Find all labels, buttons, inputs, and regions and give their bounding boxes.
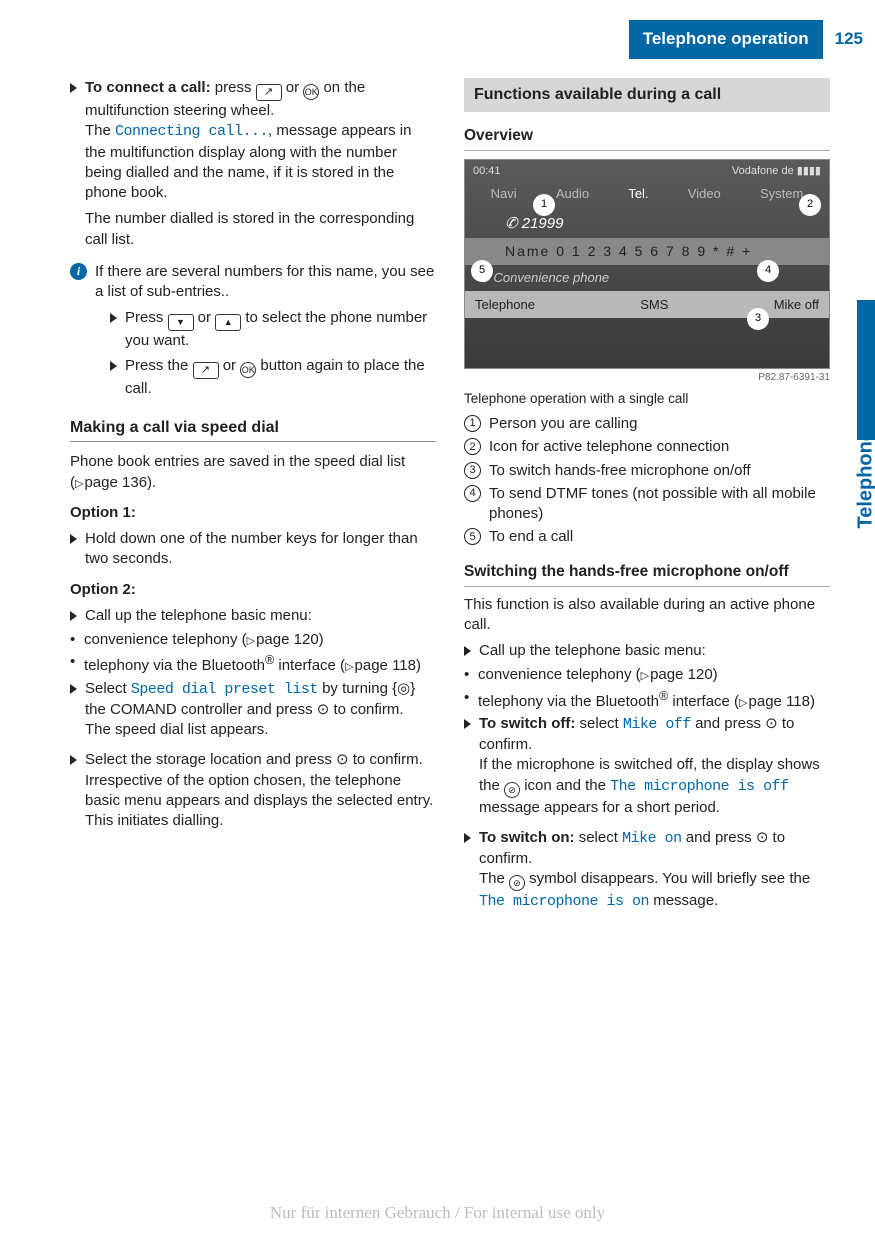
step-select-storage: Select the storage location and press ⊙ … [70, 750, 436, 837]
section-thumb-label: Telephone [853, 430, 875, 529]
page-ref-icon [247, 631, 256, 648]
step-marker-icon [70, 534, 77, 544]
bullet-convenience: convenience telephony (page 120) [70, 630, 436, 650]
heading-overview: Overview [464, 126, 830, 151]
figure-caption: Telephone operation with a single call [464, 390, 830, 408]
info-note: i If there are several numbers for this … [70, 262, 436, 303]
bullet-icon [464, 665, 478, 685]
step-marker-icon [70, 755, 77, 765]
controller-turn-icon: {◎} [392, 680, 415, 697]
mic-off-icon: ⊘ [504, 782, 520, 798]
up-key-icon [215, 314, 241, 331]
phone-accept-key-icon: ↗ [256, 84, 282, 101]
legend-item-2: 2Icon for active telephone connection [464, 437, 830, 457]
internal-use-watermark: Nur für internen Gebrauch / For internal… [0, 1202, 875, 1225]
step-connect-call: To connect a call: press ↗ or OK on the … [70, 78, 436, 256]
running-header: Telephone operation [629, 20, 823, 59]
info-icon: i [70, 263, 87, 280]
display-mike-off: Mike off [623, 716, 691, 733]
step-select-speed-dial-list: Select Speed dial preset list by turning… [70, 679, 436, 747]
ok-button-icon: OK [303, 84, 319, 100]
display-message-connecting: Connecting call... [115, 123, 268, 140]
image-reference-number: P82.87-6391-31 [464, 371, 830, 385]
heading-functions-during-call: Functions available during a call [464, 78, 830, 112]
legend-item-5: 5To end a call [464, 527, 830, 547]
bullet-convenience-r: convenience telephony (page 120) [464, 665, 830, 685]
circled-1-icon: 1 [464, 415, 481, 432]
phone-handset-icon: ✆ [505, 215, 522, 232]
step-marker-icon [464, 646, 471, 656]
comand-screenshot: 00:41Vodafone de ▮▮▮▮ Navi Audio Tel. Vi… [464, 159, 830, 369]
bullet-bluetooth-r: telephony via the Bluetooth® interface (… [464, 688, 830, 712]
step-lead: To connect a call: [85, 79, 211, 96]
right-column: Functions available during a call Overvi… [464, 78, 830, 923]
page-ref-icon [345, 657, 354, 674]
section-thumb-tab [857, 300, 875, 440]
substep-select-number: Press or to select the phone number you … [110, 308, 436, 351]
controller-press-icon: ⊙ [336, 751, 349, 768]
step-marker-icon [464, 833, 471, 843]
callout-3: 3 [747, 308, 769, 330]
display-mike-on: Mike on [622, 830, 682, 847]
step-call-basic-menu: Call up the telephone basic menu: [70, 606, 436, 626]
controller-press-icon: ⊙ [756, 829, 769, 846]
callout-4: 4 [757, 260, 779, 282]
step-marker-icon [110, 313, 117, 323]
legend-item-3: 3To switch hands-free microphone on/off [464, 461, 830, 481]
step-call-basic-menu-r: Call up the telephone basic menu: [464, 641, 830, 661]
page-ref-icon [739, 693, 748, 710]
step-switch-on: To switch on: select Mike on and press ⊙… [464, 828, 830, 919]
display-speed-dial-list: Speed dial preset list [131, 681, 318, 698]
circled-4-icon: 4 [464, 485, 481, 502]
display-mic-is-off: The microphone is off [610, 778, 789, 795]
page-content: To connect a call: press ↗ or OK on the … [70, 78, 830, 923]
circled-5-icon: 5 [464, 528, 481, 545]
circled-2-icon: 2 [464, 438, 481, 455]
page-number: 125 [823, 28, 875, 51]
bullet-icon [70, 630, 84, 650]
bullet-icon [70, 652, 84, 676]
step-switch-off: To switch off: select Mike off and press… [464, 714, 830, 824]
controller-press-icon: ⊙ [317, 701, 330, 718]
phone-accept-key-icon: ↗ [193, 362, 219, 379]
legend-item-4: 4To send DTMF tones (not possible with a… [464, 484, 830, 525]
callout-1: 1 [533, 194, 555, 216]
page-ref-icon [641, 666, 650, 683]
ok-button-icon: OK [240, 362, 256, 378]
step-hold-number-key: Hold down one of the number keys for lon… [70, 529, 436, 570]
callout-2: 2 [799, 194, 821, 216]
bullet-bluetooth: telephony via the Bluetooth® interface (… [70, 652, 436, 676]
down-key-icon [168, 314, 194, 331]
step-marker-icon [70, 83, 77, 93]
step-marker-icon [70, 684, 77, 694]
substep-place-call: Press the ↗ or OK button again to place … [110, 356, 436, 399]
option-2-label: Option 2: [70, 580, 436, 600]
mic-off-icon: ⊘ [509, 875, 525, 891]
step-marker-icon [464, 719, 471, 729]
display-mic-is-on: The microphone is on [479, 893, 649, 910]
left-column: To connect a call: press ↗ or OK on the … [70, 78, 436, 923]
bullet-icon [464, 688, 478, 712]
legend-item-1: 1Person you are calling [464, 414, 830, 434]
circled-3-icon: 3 [464, 462, 481, 479]
page-header: Telephone operation 125 [629, 20, 875, 59]
heading-speed-dial: Making a call via speed dial [70, 417, 436, 443]
option-1-label: Option 1: [70, 503, 436, 523]
step-marker-icon [110, 361, 117, 371]
callout-5: 5 [471, 260, 493, 282]
step-marker-icon [70, 611, 77, 621]
controller-press-icon: ⊙ [765, 715, 778, 732]
heading-switch-mic: Switching the hands-free microphone on/o… [464, 562, 830, 587]
